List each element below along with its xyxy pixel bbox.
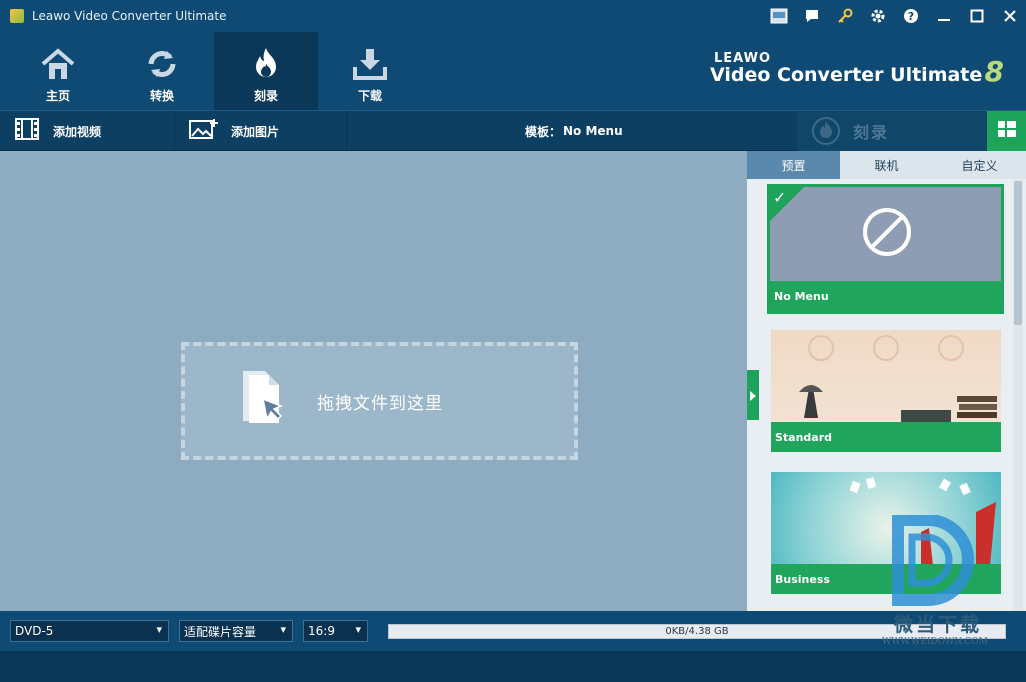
burn-flame-icon — [248, 46, 284, 82]
chevron-down-icon: ▾ — [156, 623, 162, 636]
nav-tab-download[interactable]: 下载 — [318, 32, 422, 110]
feedback-icon[interactable] — [795, 0, 828, 32]
aspect-ratio-select[interactable]: 16:9 ▾ — [303, 620, 368, 642]
minimize-icon[interactable] — [927, 0, 960, 32]
disc-type-select[interactable]: DVD-5 ▾ — [10, 620, 169, 642]
template-name: Standard — [771, 422, 1001, 452]
brand-version: 8 — [984, 55, 1004, 88]
nav-tab-label: 主页 — [45, 89, 70, 103]
add-photo-label: 添加图片 — [231, 124, 280, 139]
layout-grid-icon — [997, 120, 1017, 142]
fit-mode-select[interactable]: 适配碟片容量 ▾ — [179, 620, 293, 642]
aspect-ratio-value: 16:9 — [308, 624, 335, 638]
settings-gear-icon[interactable] — [861, 0, 894, 32]
template-scrollbar[interactable] — [1013, 179, 1023, 611]
svg-text:?: ? — [907, 10, 913, 23]
chevron-down-icon: ▾ — [280, 623, 286, 636]
file-drag-icon — [241, 369, 291, 433]
drop-zone[interactable]: 拖拽文件到这里 — [181, 342, 578, 460]
standard-preview-art — [799, 335, 997, 422]
nav-tab-label: 转换 — [149, 89, 174, 103]
tab-preset[interactable]: 预置 — [747, 151, 840, 179]
nav-tab-label: 下载 — [357, 89, 382, 103]
add-video-label: 添加视频 — [53, 124, 102, 139]
burn-disabled-icon — [811, 116, 841, 150]
fit-mode-value: 适配碟片容量 — [184, 624, 257, 639]
watermark-logo-icon — [892, 514, 974, 606]
tab-online[interactable]: 联机 — [840, 151, 933, 179]
film-icon — [15, 118, 39, 144]
scrollbar-thumb[interactable] — [1014, 181, 1022, 325]
nav-tab-burn[interactable]: 刻录 — [214, 32, 318, 110]
no-menu-icon — [862, 207, 912, 261]
nav-tab-label: 刻录 — [253, 89, 278, 103]
title-bar-controls: ? — [762, 0, 1026, 32]
template-label: 模板： — [525, 124, 562, 139]
nav-tab-convert[interactable]: 转换 — [110, 32, 214, 110]
title-bar: Leawo Video Converter Ultimate ? — [0, 0, 1026, 32]
template-indicator: 模板： No Menu — [525, 111, 623, 151]
add-video-button[interactable]: 添加视频 — [15, 111, 101, 151]
download-icon — [352, 46, 388, 82]
main-nav: 主页 转换 刻录 下载 LEAWO Video Converter Ultima… — [0, 32, 1026, 110]
disc-type-value: DVD-5 — [15, 624, 54, 638]
toolbar-divider — [174, 111, 175, 151]
template-preview — [771, 330, 1001, 422]
brand-product-name: Video Converter Ultimate — [710, 64, 983, 86]
file-drop-area[interactable]: 拖拽文件到这里 — [0, 151, 747, 611]
home-icon — [40, 46, 76, 82]
burn-toolbar: 添加视频 添加图片 模板： No Menu 刻录 — [0, 110, 1026, 151]
maximize-icon[interactable] — [960, 0, 993, 32]
tab-custom[interactable]: 自定义 — [933, 151, 1026, 179]
template-no-menu[interactable]: ✓ No Menu — [767, 184, 1004, 314]
help-icon[interactable]: ? — [894, 0, 927, 32]
watermark-url: WWW.WEIDOWN.COM — [882, 637, 988, 647]
burn-label: 刻录 — [853, 123, 890, 142]
convert-icon — [145, 46, 179, 82]
weidown-watermark: 微当下载 WWW.WEIDOWN.COM — [880, 514, 1000, 655]
drop-hint-text: 拖拽文件到这里 — [317, 393, 443, 414]
key-icon[interactable] — [828, 0, 861, 32]
template-standard[interactable]: Standard — [771, 330, 1001, 452]
burn-button[interactable]: 刻录 — [797, 111, 987, 151]
add-photo-icon — [189, 118, 219, 144]
window-title: Leawo Video Converter Ultimate — [32, 9, 227, 23]
panel-collapse-button[interactable] — [747, 370, 759, 420]
toolbar-divider — [346, 111, 347, 151]
add-photo-button[interactable]: 添加图片 — [189, 111, 279, 151]
chevron-down-icon: ▾ — [355, 623, 361, 636]
chevron-right-icon — [749, 386, 757, 405]
app-logo-icon — [10, 9, 24, 23]
status-bar — [0, 651, 1026, 682]
watermark-text: 微当下载 — [894, 614, 983, 636]
template-tabs: 预置 联机 自定义 — [747, 151, 1026, 179]
template-preview — [770, 187, 1001, 281]
layout-toggle-button[interactable] — [987, 111, 1026, 151]
template-name: No Menu — [770, 281, 1001, 311]
disc-info-icon[interactable] — [762, 0, 795, 32]
checkmark-icon: ✓ — [773, 188, 787, 207]
close-icon[interactable] — [993, 0, 1026, 32]
bottom-bar: DVD-5 ▾ 适配碟片容量 ▾ 16:9 ▾ 0KB/4.38 GB — [0, 611, 1026, 651]
template-value: No Menu — [563, 124, 623, 138]
nav-tab-home[interactable]: 主页 — [6, 32, 110, 110]
brand-logo: LEAWO Video Converter Ultimate 8 — [710, 51, 1004, 88]
